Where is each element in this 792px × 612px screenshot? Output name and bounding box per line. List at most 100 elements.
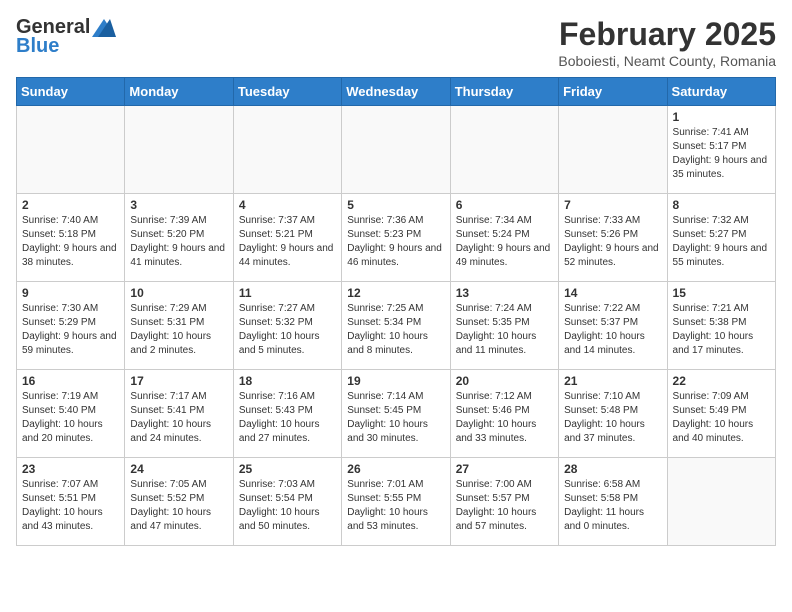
day-of-week-friday: Friday (559, 78, 667, 106)
calendar-cell (17, 106, 125, 194)
day-of-week-wednesday: Wednesday (342, 78, 450, 106)
calendar-cell (450, 106, 558, 194)
day-number: 14 (564, 286, 661, 300)
calendar-cell: 9Sunrise: 7:30 AM Sunset: 5:29 PM Daylig… (17, 282, 125, 370)
calendar-cell: 13 Sunrise: 7:24 AM Sunset: 5:35 PM Dayli… (450, 282, 558, 370)
calendar-cell: 20 Sunrise: 7:12 AM Sunset: 5:46 PM Dayli… (450, 370, 558, 458)
day-info: Sunrise: 7:37 AM Sunset: 5:21 PM Dayligh… (239, 214, 336, 270)
calendar-cell: 19Sunrise: 7:14 AM Sunset: 5:45 PM Dayli… (342, 370, 450, 458)
day-number: 16 (22, 374, 119, 388)
calendar-cell: 2 Sunrise: 7:40 AM Sunset: 5:18 PM Daylig… (17, 194, 125, 282)
calendar-cell: 18 Sunrise: 7:16 AM Sunset: 5:43 PM Dayli… (233, 370, 341, 458)
day-of-week-tuesday: Tuesday (233, 78, 341, 106)
day-info: Sunrise: 7:27 AM Sunset: 5:32 PM Dayligh… (239, 302, 336, 358)
day-info: Sunrise: 7:09 AM Sunset: 5:49 PM Dayligh… (673, 390, 770, 446)
calendar-cell: 24 Sunrise: 7:05 AM Sunset: 5:52 PM Dayli… (125, 458, 233, 546)
day-info: Sunrise: 7:29 AM Sunset: 5:31 PM Dayligh… (130, 302, 227, 358)
calendar-cell: 16 Sunrise: 7:19 AM Sunset: 5:40 PM Dayli… (17, 370, 125, 458)
calendar-week-row: 23Sunrise: 7:07 AM Sunset: 5:51 PM Dayli… (17, 458, 776, 546)
calendar-cell: 28 Sunrise: 6:58 AM Sunset: 5:58 PM Dayli… (559, 458, 667, 546)
day-number: 7 (564, 198, 661, 212)
day-number: 28 (564, 462, 661, 476)
day-info: Sunrise: 7:01 AM Sunset: 5:55 PM Dayligh… (347, 478, 444, 534)
page: General Blue February 2025 Boboiesti, Ne… (0, 0, 792, 554)
calendar-cell: 11 Sunrise: 7:27 AM Sunset: 5:32 PM Dayli… (233, 282, 341, 370)
day-info: Sunrise: 7:24 AM Sunset: 5:35 PM Dayligh… (456, 302, 553, 358)
day-info: Sunrise: 7:21 AM Sunset: 5:38 PM Dayligh… (673, 302, 770, 358)
day-of-week-thursday: Thursday (450, 78, 558, 106)
day-info: Sunrise: 7:05 AM Sunset: 5:52 PM Dayligh… (130, 478, 227, 534)
calendar-cell: 21 Sunrise: 7:10 AM Sunset: 5:48 PM Dayli… (559, 370, 667, 458)
day-number: 18 (239, 374, 336, 388)
day-info: Sunrise: 7:32 AM Sunset: 5:27 PM Dayligh… (673, 214, 770, 270)
calendar-cell: 27 Sunrise: 7:00 AM Sunset: 5:57 PM Dayli… (450, 458, 558, 546)
month-year: February 2025 (558, 16, 776, 53)
calendar-table: SundayMondayTuesdayWednesdayThursdayFrid… (16, 77, 776, 546)
day-info: Sunrise: 7:16 AM Sunset: 5:43 PM Dayligh… (239, 390, 336, 446)
day-number: 6 (456, 198, 553, 212)
calendar-cell: 26 Sunrise: 7:01 AM Sunset: 5:55 PM Dayli… (342, 458, 450, 546)
day-of-week-monday: Monday (125, 78, 233, 106)
calendar-cell: 3 Sunrise: 7:39 AM Sunset: 5:20 PM Daylig… (125, 194, 233, 282)
calendar-cell: 15 Sunrise: 7:21 AM Sunset: 5:38 PM Dayli… (667, 282, 775, 370)
day-number: 4 (239, 198, 336, 212)
logo-icon (92, 19, 116, 37)
calendar-cell: 25 Sunrise: 7:03 AM Sunset: 5:54 PM Dayli… (233, 458, 341, 546)
day-number: 24 (130, 462, 227, 476)
day-info: Sunrise: 7:30 AM Sunset: 5:29 PM Dayligh… (22, 302, 119, 358)
calendar-cell: 6 Sunrise: 7:34 AM Sunset: 5:24 PM Daylig… (450, 194, 558, 282)
header: General Blue February 2025 Boboiesti, Ne… (16, 16, 776, 69)
calendar-cell: 23Sunrise: 7:07 AM Sunset: 5:51 PM Dayli… (17, 458, 125, 546)
day-number: 25 (239, 462, 336, 476)
calendar-cell: 17 Sunrise: 7:17 AM Sunset: 5:41 PM Dayli… (125, 370, 233, 458)
calendar-cell: 10Sunrise: 7:29 AM Sunset: 5:31 PM Dayli… (125, 282, 233, 370)
calendar-cell: 4 Sunrise: 7:37 AM Sunset: 5:21 PM Daylig… (233, 194, 341, 282)
day-number: 5 (347, 198, 444, 212)
calendar-cell: 14 Sunrise: 7:22 AM Sunset: 5:37 PM Dayli… (559, 282, 667, 370)
day-number: 17 (130, 374, 227, 388)
day-info: Sunrise: 7:40 AM Sunset: 5:18 PM Dayligh… (22, 214, 119, 270)
calendar-header-row: SundayMondayTuesdayWednesdayThursdayFrid… (17, 78, 776, 106)
calendar-cell (667, 458, 775, 546)
calendar-week-row: 1 Sunrise: 7:41 AM Sunset: 5:17 PM Daylig… (17, 106, 776, 194)
day-of-week-sunday: Sunday (17, 78, 125, 106)
logo: General Blue (16, 16, 116, 58)
day-number: 23 (22, 462, 119, 476)
calendar-cell: 8Sunrise: 7:32 AM Sunset: 5:27 PM Daylig… (667, 194, 775, 282)
day-info: Sunrise: 7:39 AM Sunset: 5:20 PM Dayligh… (130, 214, 227, 270)
day-info: Sunrise: 7:41 AM Sunset: 5:17 PM Dayligh… (673, 126, 770, 182)
day-number: 12 (347, 286, 444, 300)
day-info: Sunrise: 7:03 AM Sunset: 5:54 PM Dayligh… (239, 478, 336, 534)
calendar-week-row: 9Sunrise: 7:30 AM Sunset: 5:29 PM Daylig… (17, 282, 776, 370)
day-number: 20 (456, 374, 553, 388)
day-info: Sunrise: 7:25 AM Sunset: 5:34 PM Dayligh… (347, 302, 444, 358)
day-number: 3 (130, 198, 227, 212)
calendar-cell (559, 106, 667, 194)
day-info: Sunrise: 7:10 AM Sunset: 5:48 PM Dayligh… (564, 390, 661, 446)
day-info: Sunrise: 7:12 AM Sunset: 5:46 PM Dayligh… (456, 390, 553, 446)
day-number: 15 (673, 286, 770, 300)
calendar-cell: 1 Sunrise: 7:41 AM Sunset: 5:17 PM Daylig… (667, 106, 775, 194)
day-info: Sunrise: 7:22 AM Sunset: 5:37 PM Dayligh… (564, 302, 661, 358)
logo-blue-text: Blue (16, 35, 59, 58)
calendar-cell: 7 Sunrise: 7:33 AM Sunset: 5:26 PM Daylig… (559, 194, 667, 282)
day-number: 13 (456, 286, 553, 300)
day-info: Sunrise: 7:14 AM Sunset: 5:45 PM Dayligh… (347, 390, 444, 446)
calendar-cell: 5Sunrise: 7:36 AM Sunset: 5:23 PM Daylig… (342, 194, 450, 282)
day-info: Sunrise: 7:00 AM Sunset: 5:57 PM Dayligh… (456, 478, 553, 534)
day-number: 1 (673, 110, 770, 124)
day-info: Sunrise: 7:17 AM Sunset: 5:41 PM Dayligh… (130, 390, 227, 446)
day-number: 2 (22, 198, 119, 212)
calendar-cell: 12 Sunrise: 7:25 AM Sunset: 5:34 PM Dayli… (342, 282, 450, 370)
calendar-cell (125, 106, 233, 194)
day-info: Sunrise: 7:33 AM Sunset: 5:26 PM Dayligh… (564, 214, 661, 270)
day-number: 11 (239, 286, 336, 300)
day-number: 21 (564, 374, 661, 388)
day-number: 22 (673, 374, 770, 388)
calendar-week-row: 2 Sunrise: 7:40 AM Sunset: 5:18 PM Daylig… (17, 194, 776, 282)
day-info: Sunrise: 7:19 AM Sunset: 5:40 PM Dayligh… (22, 390, 119, 446)
day-info: Sunrise: 7:34 AM Sunset: 5:24 PM Dayligh… (456, 214, 553, 270)
day-number: 27 (456, 462, 553, 476)
day-info: Sunrise: 6:58 AM Sunset: 5:58 PM Dayligh… (564, 478, 661, 534)
day-number: 26 (347, 462, 444, 476)
